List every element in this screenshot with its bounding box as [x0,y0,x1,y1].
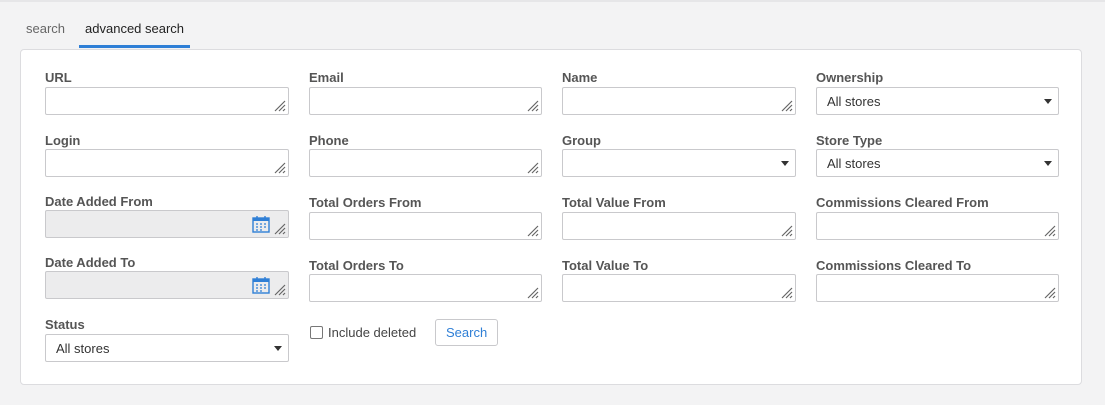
resize-grip-icon [274,223,286,235]
date-added-from-input[interactable] [45,210,289,238]
top-divider [0,0,1105,2]
total-value-to-label: Total Value To [562,258,649,273]
resize-grip-icon [781,287,793,299]
phone-input[interactable] [309,149,542,177]
resize-grip-icon [527,100,539,112]
resize-grip-icon [527,225,539,237]
calendar-icon[interactable] [252,215,270,233]
phone-label: Phone [309,133,349,148]
date-added-to-input[interactable] [45,271,289,299]
resize-grip-icon [781,225,793,237]
search-tabs: search advanced search [20,12,191,48]
group-select[interactable] [562,149,796,177]
chevron-down-icon [1044,161,1052,166]
ownership-label: Ownership [816,70,884,85]
calendar-icon[interactable] [252,276,270,294]
store-type-label: Store Type [816,133,883,148]
resize-grip-icon [781,100,793,112]
chevron-down-icon [781,161,789,166]
include-deleted-label[interactable]: Include deleted [328,325,416,340]
status-select[interactable]: All stores [45,334,289,362]
resize-grip-icon [274,100,286,112]
name-label: Name [562,70,598,85]
login-input[interactable] [45,149,289,177]
resize-grip-icon [274,162,286,174]
ownership-select[interactable]: All stores [816,87,1059,115]
email-input[interactable] [309,87,542,115]
date-added-from-label: Date Added From [45,194,153,209]
search-button[interactable]: Search [435,319,499,346]
total-orders-from-label: Total Orders From [309,195,422,210]
total-value-to-input[interactable] [562,274,796,302]
chevron-down-icon [274,346,282,351]
date-added-to-label: Date Added To [45,255,136,270]
resize-grip-icon [1044,225,1056,237]
url-label: URL [45,70,72,85]
advanced-search-panel: URL Email Name Ownership All stores Logi… [20,49,1082,385]
total-orders-to-input[interactable] [309,274,542,302]
resize-grip-icon [527,287,539,299]
url-input[interactable] [45,87,289,115]
commissions-cleared-from-label: Commissions Cleared From [816,195,989,210]
store-type-select[interactable]: All stores [816,149,1059,177]
total-value-from-label: Total Value From [562,195,666,210]
chevron-down-icon [1044,99,1052,104]
commissions-cleared-from-input[interactable] [816,212,1059,240]
name-input[interactable] [562,87,796,115]
resize-grip-icon [1044,287,1056,299]
commissions-cleared-to-input[interactable] [816,274,1059,302]
tab-search[interactable]: search [20,12,79,48]
include-deleted-checkbox[interactable] [310,326,323,339]
login-label: Login [45,133,81,148]
group-label: Group [562,133,601,148]
resize-grip-icon [527,162,539,174]
total-orders-to-label: Total Orders To [309,258,404,273]
total-value-from-input[interactable] [562,212,796,240]
commissions-cleared-to-label: Commissions Cleared To [816,258,972,273]
status-label: Status [45,317,85,332]
store-type-value: All stores [827,156,881,171]
ownership-value: All stores [827,94,881,109]
tab-advanced-search[interactable]: advanced search [79,12,191,48]
total-orders-from-input[interactable] [309,212,542,240]
resize-grip-icon [274,284,286,296]
status-value: All stores [56,341,110,356]
email-label: Email [309,70,344,85]
